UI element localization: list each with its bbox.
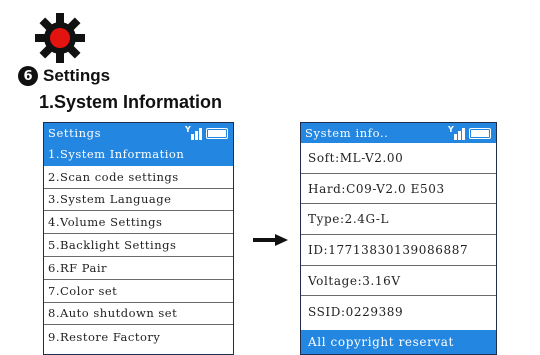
menu-item[interactable]: 2.Scan code settings [44,166,233,189]
settings-titlebar: Settings Y [44,123,233,143]
status-icons: Y [185,126,228,140]
info-row: Hard:C09-V2.0 E503 [301,174,496,205]
section-number-badge: 6 [18,66,38,86]
settings-menu-list: 1.System Information 2.Scan code settings… [44,143,233,348]
menu-item[interactable]: 1.System Information [44,143,233,166]
battery-icon [469,128,491,139]
copyright-footer: All copyright reservat [301,330,496,354]
menu-item[interactable]: 4.Volume Settings [44,211,233,235]
subsection-title: 1.System Information [39,92,223,112]
menu-item[interactable]: 7.Color set [44,280,233,303]
arrow-right-icon [253,233,288,246]
section-heading: 6 Settings [18,66,110,86]
info-row: SSID:0229389 [308,304,404,319]
system-info-screen: System info.. Y Soft:ML-V2.00 Hard:C09-V2… [300,122,497,355]
settings-screen: Settings Y 1.System Information 2.Scan co… [43,122,234,355]
status-icons: Y [448,126,491,140]
info-row: ID:17713830139086887 [301,235,496,266]
info-row: Soft:ML-V2.00 [301,143,496,174]
menu-item[interactable]: 8.Auto shutdown set [44,303,233,326]
gear-icon [34,12,86,64]
settings-title: Settings [48,126,102,140]
battery-icon [206,128,228,139]
section-title: Settings [43,66,111,85]
menu-item[interactable]: 9.Restore Factory [44,325,233,348]
system-info-list: Soft:ML-V2.00 Hard:C09-V2.0 E503 Type:2.4G… [301,143,496,327]
info-title: System info.. [305,126,389,140]
menu-item[interactable]: 3.System Language [44,189,233,212]
info-row: Voltage:3.16V [301,266,496,297]
menu-item[interactable]: 6.RF Pair [44,257,233,280]
signal-strength-icon: Y [185,126,202,140]
info-row: Type:2.4G-L [301,204,496,236]
menu-item[interactable]: 5.Backlight Settings [44,234,233,257]
info-titlebar: System info.. Y [301,123,496,143]
signal-strength-icon: Y [448,126,465,140]
